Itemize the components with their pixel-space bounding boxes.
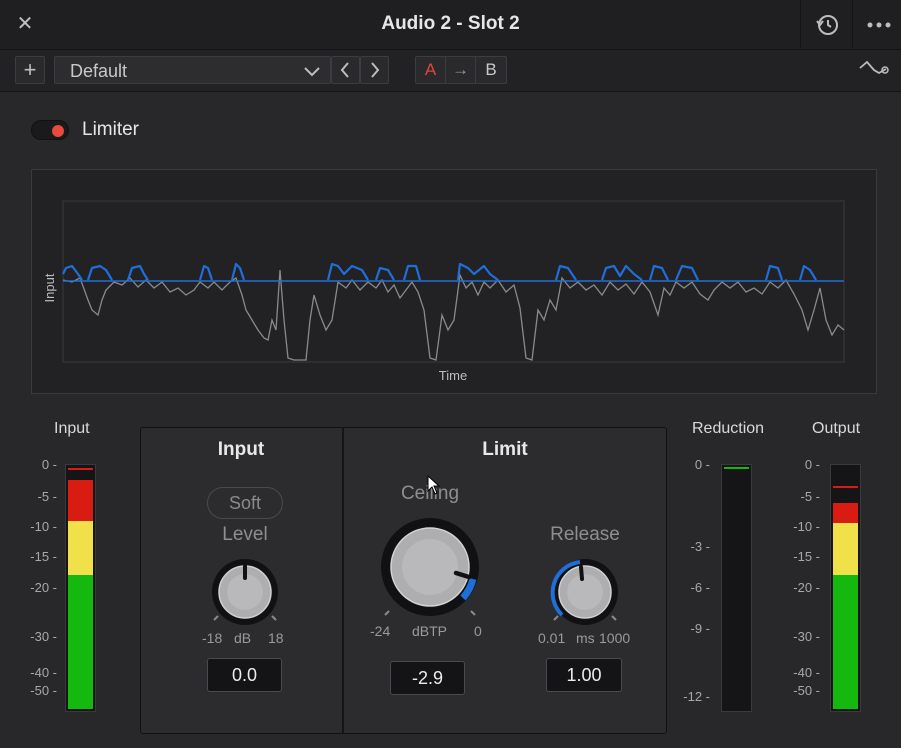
chevron-left-icon <box>340 62 349 78</box>
limiter-waveform: Input Time <box>42 200 845 383</box>
ab-a-button[interactable]: A <box>416 57 446 83</box>
panel-divider <box>342 427 344 734</box>
reduction-scale-0: 0 - <box>694 457 710 472</box>
input-scale-30: -30 - <box>30 629 57 644</box>
output-scale-10: -10 - <box>793 519 820 534</box>
output-scale-50: -50 - <box>793 683 820 698</box>
graph-y-label: Input <box>42 273 57 302</box>
limiter-enabled-indicator <box>52 125 64 137</box>
next-preset-button[interactable] <box>360 56 389 84</box>
output-level-meter <box>830 464 861 712</box>
input-section-title: Input <box>217 439 265 460</box>
ab-compare-group: A → B <box>415 56 507 84</box>
input-scale-15: -15 - <box>30 549 57 564</box>
limit-section-title: Limit <box>482 439 528 460</box>
level-min-label: -18 <box>202 630 223 646</box>
output-scale-0: 0 - <box>804 457 820 472</box>
limiter-graph: Input Time <box>31 169 877 394</box>
limiter-label: Limiter <box>82 119 140 140</box>
level-value-field[interactable]: 0.0 <box>207 658 282 692</box>
output-scale-30: -30 - <box>793 629 820 644</box>
ceiling-knob[interactable] <box>370 510 490 630</box>
input-scale-10: -10 - <box>30 519 57 534</box>
window-title: Audio 2 - Slot 2 <box>381 13 520 34</box>
title-bar: ✕ Audio 2 - Slot 2 <box>0 0 901 50</box>
reduction-scale-6: -6 - <box>690 580 711 595</box>
ceiling-unit-label: dBTP <box>412 623 448 639</box>
input-level-meter <box>65 464 96 712</box>
mouse-cursor-icon <box>427 475 441 495</box>
curve-icon[interactable] <box>858 56 890 82</box>
reset-history-icon <box>816 15 838 35</box>
ab-b-button[interactable]: B <box>476 57 506 83</box>
reduction-meter <box>721 464 752 712</box>
preset-dropdown[interactable]: Default <box>54 56 331 84</box>
level-unit-label: dB <box>234 630 252 646</box>
soft-button[interactable]: Soft <box>207 487 283 519</box>
release-knob[interactable] <box>544 553 626 635</box>
reduction-scale-3: -3 - <box>690 539 711 554</box>
signal-line <box>62 269 845 361</box>
ab-copy-button[interactable]: → <box>446 57 476 83</box>
input-scale-50: -50 - <box>30 683 57 698</box>
output-meter-label: Output <box>812 420 861 437</box>
input-scale-5: -5 - <box>37 489 58 504</box>
add-preset-button[interactable]: + <box>15 56 45 84</box>
previous-preset-button[interactable] <box>331 56 360 84</box>
more-options-button[interactable] <box>852 0 901 48</box>
chevron-right-icon <box>371 62 380 78</box>
reduction-scale-9: -9 - <box>690 621 711 636</box>
preset-value: Default <box>70 61 128 81</box>
release-label: Release <box>550 524 620 545</box>
preset-toolbar: + Default A → B <box>0 50 901 92</box>
input-meter-label: Input <box>54 420 90 437</box>
input-scale-40: -40 - <box>30 665 57 680</box>
level-label: Level <box>222 524 268 545</box>
ceiling-value-field[interactable]: -2.9 <box>390 661 465 695</box>
more-options-icon <box>867 22 891 28</box>
graph-x-label: Time <box>439 368 467 383</box>
level-max-label: 18 <box>268 630 284 646</box>
output-scale-20: -20 - <box>793 580 820 595</box>
release-unit-label: ms <box>576 630 595 646</box>
ceiling-min-label: -24 <box>370 623 391 639</box>
chevron-down-icon <box>304 67 320 77</box>
release-value-field[interactable]: 1.00 <box>546 658 622 692</box>
ceiling-max-label: 0 <box>474 623 482 639</box>
reset-button[interactable] <box>800 0 852 48</box>
limited-signal-line <box>62 262 817 281</box>
limiter-toggle[interactable] <box>31 120 69 140</box>
level-knob[interactable] <box>204 553 286 635</box>
output-scale-40: -40 - <box>793 665 820 680</box>
reduction-scale-12: -12 - <box>683 689 710 704</box>
output-scale-15: -15 - <box>793 549 820 564</box>
release-min-label: 0.01 <box>538 630 566 646</box>
input-scale-0: 0 - <box>41 457 57 472</box>
output-scale-5: -5 - <box>800 489 821 504</box>
reduction-meter-label: Reduction <box>692 420 765 437</box>
release-max-label: 1000 <box>599 630 631 646</box>
input-scale-20: -20 - <box>30 580 57 595</box>
